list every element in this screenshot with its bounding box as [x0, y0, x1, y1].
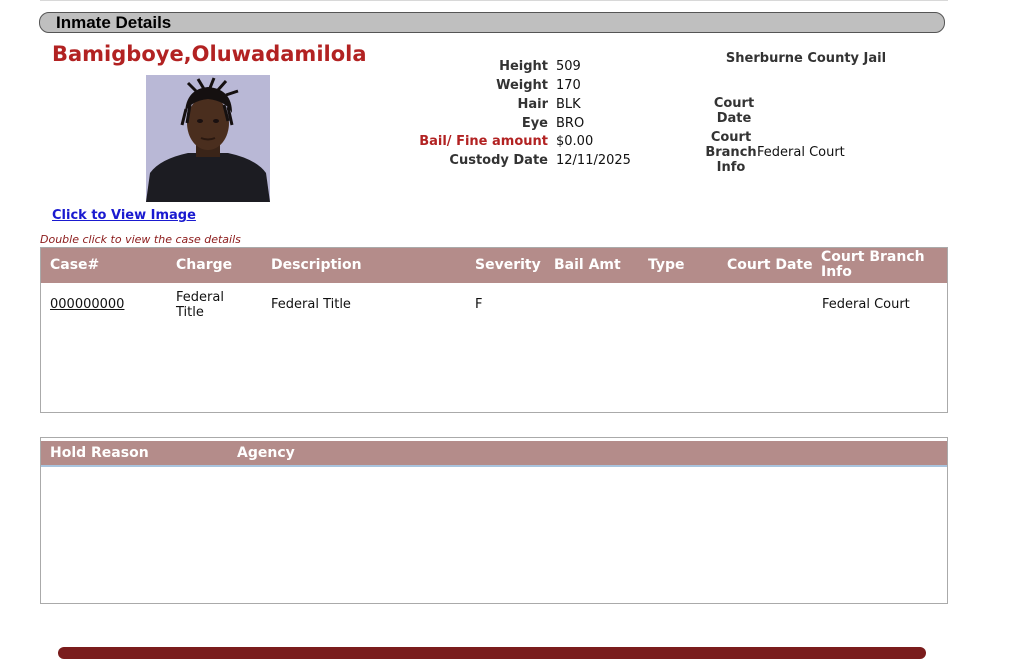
holds-table: Hold Reason Agency: [40, 437, 948, 604]
column-header-severity[interactable]: Severity: [475, 258, 541, 273]
column-header-agency[interactable]: Agency: [237, 446, 295, 461]
inmate-name: Bamigboye,Oluwadamilola: [52, 42, 367, 66]
height-label: Height: [499, 59, 548, 74]
mugshot-image: [146, 75, 270, 202]
facility-name: Sherburne County Jail: [725, 51, 887, 66]
case-number-link[interactable]: 000000000: [50, 297, 124, 312]
court-branch-value: Federal Court: [757, 145, 845, 160]
column-header-type[interactable]: Type: [648, 258, 685, 273]
holds-table-header: Hold Reason Agency: [41, 441, 947, 467]
custody-date-label: Custody Date: [449, 153, 548, 168]
inmate-photo[interactable]: [146, 75, 270, 202]
page-title: Inmate Details: [56, 13, 172, 32]
bail-label: Bail/ Fine amount: [419, 134, 548, 149]
hair-label: Hair: [517, 97, 548, 112]
weight-value: 170: [556, 78, 581, 93]
column-header-description[interactable]: Description: [271, 258, 362, 273]
eye-label: Eye: [521, 116, 548, 131]
hair-value: BLK: [556, 97, 581, 112]
bail-value: $0.00: [556, 134, 594, 149]
court-date-label: Court Date: [713, 96, 755, 126]
column-header-bail-amt[interactable]: Bail Amt: [554, 258, 621, 273]
top-divider: [40, 0, 948, 1]
case-court-branch: Federal Court: [822, 297, 910, 312]
eye-value: BRO: [556, 116, 585, 131]
column-header-court-branch[interactable]: Court Branch Info: [821, 250, 931, 280]
case-details-hint: Double click to view the case details: [40, 233, 241, 246]
weight-label: Weight: [496, 78, 548, 93]
cases-table: Case# Charge Description Severity Bail A…: [40, 247, 948, 413]
table-row[interactable]: 000000000 Federal Title Federal Title F …: [41, 284, 947, 332]
case-description: Federal Title: [271, 297, 351, 312]
court-branch-label: Court Branch Info: [705, 130, 757, 175]
column-header-court-date[interactable]: Court Date: [727, 258, 813, 273]
view-image-link[interactable]: Click to View Image: [52, 208, 196, 223]
cases-table-header: Case# Charge Description Severity Bail A…: [41, 248, 947, 283]
column-header-hold-reason[interactable]: Hold Reason: [50, 446, 149, 461]
custody-date-value: 12/11/2025: [556, 153, 631, 168]
case-severity: F: [475, 297, 483, 312]
footer-bar: [58, 647, 926, 659]
column-header-case[interactable]: Case#: [50, 258, 99, 273]
header-bar: [39, 12, 945, 33]
case-charge: Federal Title: [176, 290, 224, 320]
height-value: 509: [556, 59, 581, 74]
column-header-charge[interactable]: Charge: [176, 258, 232, 273]
